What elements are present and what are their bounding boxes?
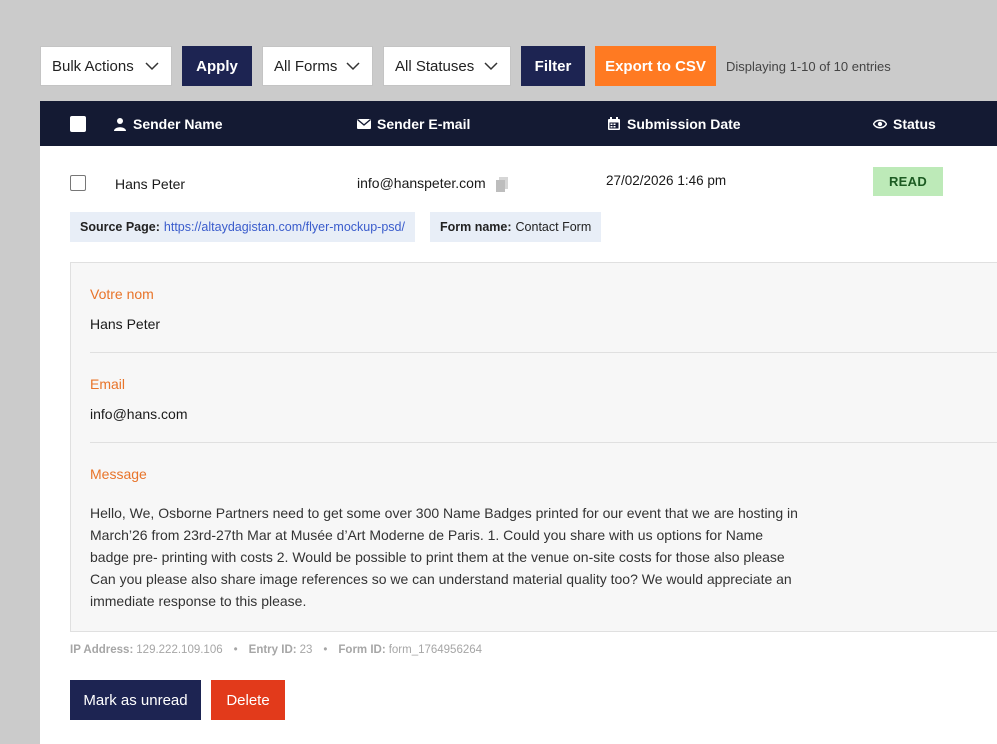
delete-button[interactable]: Delete xyxy=(211,680,285,720)
entries-count-text: Displaying 1-10 of 10 entries xyxy=(726,58,891,74)
header-sender-name[interactable]: Sender Name xyxy=(113,101,222,146)
entry-details: Votre nom Hans Peter Email info@hans.com… xyxy=(70,262,997,632)
entry-footer-meta: IP Address: 129.222.109.106 • Entry ID: … xyxy=(70,644,482,656)
toolbar: Bulk Actions Apply All Forms All Statuse… xyxy=(40,46,891,86)
entry-actions: Mark as unread Delete xyxy=(70,680,285,720)
divider xyxy=(90,442,997,443)
form-id-label: Form ID: xyxy=(338,644,386,656)
all-forms-select[interactable]: All Forms xyxy=(262,46,373,86)
bulk-actions-select[interactable]: Bulk Actions xyxy=(40,46,172,86)
user-icon xyxy=(114,117,126,131)
chevron-down-icon xyxy=(346,62,360,71)
entries-panel: Sender Name Sender E-mail Submission Dat… xyxy=(40,101,997,744)
field-value: Hans Peter xyxy=(90,316,161,332)
field-label: Message xyxy=(90,466,147,482)
field-label: Votre nom xyxy=(90,286,154,302)
form-name-label: Form name: xyxy=(439,220,512,234)
separator: • xyxy=(323,644,328,656)
header-sender-email[interactable]: Sender E-mail xyxy=(357,101,470,146)
field-email: Email info@hans.com xyxy=(90,376,997,422)
field-value: Hello, We, Osborne Partners need to get … xyxy=(90,505,798,609)
submission-date: 27/02/2026 1:46 pm xyxy=(606,173,727,188)
row-checkbox[interactable] xyxy=(70,175,86,191)
header-status[interactable]: Status xyxy=(873,101,936,146)
table-header: Sender Name Sender E-mail Submission Dat… xyxy=(40,101,997,146)
form-name-value: Contact Form xyxy=(515,220,592,234)
all-forms-label: All Forms xyxy=(274,57,338,75)
apply-button[interactable]: Apply xyxy=(182,46,252,86)
chevron-down-icon xyxy=(484,62,498,71)
source-page-label: Source Page: xyxy=(80,220,160,234)
bulk-actions-label: Bulk Actions xyxy=(52,57,134,75)
sender-name: Hans Peter xyxy=(115,176,186,192)
status-badge: READ xyxy=(873,167,943,196)
filter-button[interactable]: Filter xyxy=(521,46,585,86)
field-value: info@hans.com xyxy=(90,406,188,422)
separator: • xyxy=(233,644,238,656)
chevron-down-icon xyxy=(145,62,159,71)
sender-email-cell: info@hanspeter.com xyxy=(357,175,508,192)
field-label: Email xyxy=(90,376,126,392)
entry-id: 23 xyxy=(299,644,313,656)
ip-label: IP Address: xyxy=(70,644,134,656)
mark-unread-button[interactable]: Mark as unread xyxy=(70,680,201,720)
eye-icon xyxy=(873,119,887,128)
divider xyxy=(90,352,997,353)
envelope-icon xyxy=(357,118,371,129)
field-votre-nom: Votre nom Hans Peter xyxy=(90,286,997,332)
table-row[interactable]: Hans Peter info@hanspeter.com 27/02/2026… xyxy=(40,146,997,212)
header-submission-date[interactable]: Submission Date xyxy=(607,101,741,146)
copy-icon[interactable] xyxy=(495,176,508,192)
entry-id-label: Entry ID: xyxy=(248,644,297,656)
form-id: form_1764956264 xyxy=(388,644,483,656)
calendar-icon xyxy=(608,116,620,130)
entry-meta-chips: Source Page: https://altaydagistan.com/f… xyxy=(70,212,602,242)
select-all-checkbox[interactable] xyxy=(70,116,86,132)
form-name-chip: Form name: Contact Form xyxy=(429,212,602,242)
source-page-chip: Source Page: https://altaydagistan.com/f… xyxy=(70,212,415,242)
field-message: Message Hello, We, Osborne Partners need… xyxy=(90,466,997,612)
all-statuses-label: All Statuses xyxy=(395,57,475,75)
source-page-link[interactable]: https://altaydagistan.com/flyer-mockup-p… xyxy=(164,220,405,234)
ip-address: 129.222.109.106 xyxy=(136,644,223,656)
export-csv-button[interactable]: Export to CSV xyxy=(595,46,716,86)
all-statuses-select[interactable]: All Statuses xyxy=(383,46,511,86)
sender-email: info@hanspeter.com xyxy=(357,175,486,191)
